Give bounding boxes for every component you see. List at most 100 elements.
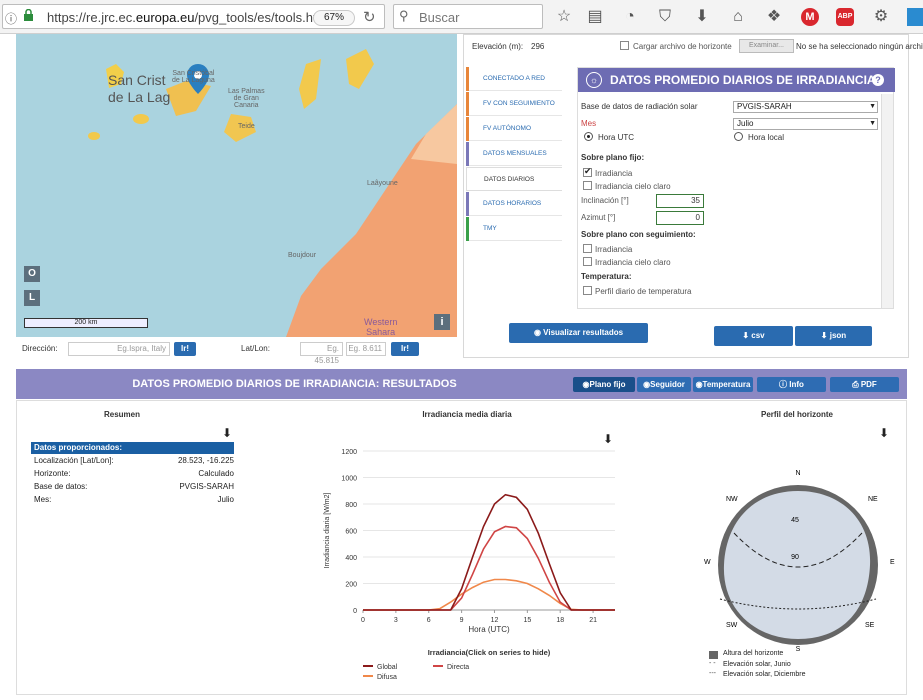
irradiance-chart[interactable]: 0 200 400 600 800 1000 1200 0 3 6 9 12 15 18 21 Hora (U… [317,441,637,691]
irradiance-checkbox[interactable]: ✔ [583,166,592,177]
form-scrollbar[interactable] [881,94,893,308]
tracker-button[interactable]: ◉Seguidor [637,377,691,392]
series-line-difusa[interactable] [363,578,615,611]
download-icon[interactable]: ⬇ [692,7,712,27]
info-icon[interactable]: ⓘ [5,10,17,27]
tracking-heading: Sobre plano con seguimiento: [581,230,696,239]
url-text[interactable]: https://re.jrc.ec.europa.eu/pvg_tools/es… [47,10,317,25]
local-label: Hora local [748,133,785,142]
lock-icon[interactable] [23,8,34,22]
legend-item-global[interactable]: Global [377,664,398,671]
go-button[interactable]: Ir! [391,342,419,356]
direccion-input[interactable]: Eg.Ispra, Italy [68,342,170,356]
horizon-checkbox[interactable] [620,41,629,50]
temperature-button[interactable]: ◉Temperatura [693,377,753,392]
tab-datos-mensuales[interactable]: Datos mensuales [466,142,562,166]
dir-w: W [704,559,711,566]
map-scale: 200 km [24,318,148,328]
lat-input[interactable]: Eg. 45.815 [300,342,343,365]
inclination-input[interactable]: 35 [656,194,704,208]
clear-sky-checkbox[interactable] [583,181,592,190]
direccion-label: Dirección: [22,344,58,353]
tab-datos-horarios[interactable]: Datos horarios [466,192,562,216]
pocket-icon[interactable]: ⛉ [655,7,675,27]
no-file-label: No se ha seleccionado ningún archivo [796,42,923,51]
series-line-global[interactable] [363,493,615,611]
settings-icon[interactable]: ⚙ [871,7,891,27]
tab-fv-autonomo[interactable]: FV autónomo [466,117,562,141]
lon-input[interactable]: Eg. 8.611 [346,342,386,356]
tracking-irradiance-checkbox[interactable] [583,244,592,253]
latlon-label: Lat/Lon: [241,344,270,353]
mes-select[interactable]: Julio ▼ [733,118,878,130]
x-tick-label: 12 [491,617,499,624]
local-radio[interactable] [734,132,743,141]
tracking-clear-sky-label: Irradiancia cielo claro [595,258,671,267]
tools-panel: Elevación (m): 296 Cargar archivo de hor… [463,34,923,358]
info-icon: ⓘ [779,380,790,389]
tab-datos-diarios[interactable]: Datos diarios [466,167,562,191]
download-icon[interactable]: ⬇ [222,426,232,440]
tool-tabs: Conectado a red FV con seguimiento FV au… [464,67,564,247]
fixed-plane-button[interactable]: ◉Plano fijo [573,377,635,392]
form-title: ☼ DATOS PROMEDIO DIARIOS DE IRRADIANCIA … [578,68,895,92]
results-area: Resumen ⬇ Datos proporcionados: Localiza… [16,400,907,695]
horizon-chart: N NE E SE S SW W NW 45 90 [704,470,895,653]
legend-item-difusa[interactable]: Difusa [377,674,397,681]
home-icon[interactable]: ⌂ [728,7,748,27]
history-icon[interactable]: ◔ [620,7,640,27]
map-control-l[interactable]: L [24,290,40,306]
y-tick-label: 1000 [341,476,357,483]
url-bar[interactable]: ⓘ https://re.jrc.ec.europa.eu/pvg_tools/… [2,4,385,29]
dir-s: S [796,646,801,653]
star-icon[interactable]: ☆ [554,7,574,27]
extension-icon[interactable]: ❖ [764,7,784,27]
pdf-button[interactable]: ⎙ PDF [830,377,899,392]
help-icon[interactable]: ? [872,74,884,86]
search-bar[interactable]: ⚲ Buscar [393,4,543,29]
address-search-row: Dirección: Eg.Ispra, Italy Ir! Lat/Lon: … [16,339,457,365]
y-tick-label: 1200 [341,449,357,456]
legend-item-directa[interactable]: Directa [447,664,469,671]
browse-button[interactable]: Examinar... [739,39,794,53]
zoom-indicator[interactable]: 67% [313,10,355,26]
map-info-button[interactable]: i [434,314,450,330]
x-tick-label: 15 [523,617,531,624]
dir-e: E [890,559,895,566]
dir-sw: SW [726,622,738,629]
map[interactable]: San Crist de La Lag San Cristóbal de La La… [16,34,457,337]
csv-button[interactable]: ⬇ csv [714,326,793,346]
series-line-directa[interactable] [363,525,615,611]
db-select[interactable]: PVGIS-SARAH ▼ [733,101,878,113]
legend-dot: --- [709,670,716,677]
search-placeholder: Buscar [419,10,460,25]
horizon-label: Cargar archivo de horizonte [633,42,732,51]
go-button[interactable]: Ir! [174,342,196,356]
tab-fv-seguimiento[interactable]: FV con seguimiento [466,92,562,116]
adblock-icon[interactable]: ABP [836,8,854,26]
tab-conectado-red[interactable]: Conectado a red [466,67,562,91]
extension-icon[interactable] [907,8,923,26]
download-icon[interactable]: ⬇ [879,426,889,440]
y-tick-label: 400 [345,555,357,562]
tab-tmy[interactable]: TMY [466,217,562,241]
x-tick-label: 18 [556,617,564,624]
visualize-button[interactable]: ◉ Visualizar resultados [509,323,648,343]
json-button[interactable]: ⬇ json [795,326,872,346]
utc-label: Hora UTC [598,133,635,142]
y-tick-label: 200 [345,582,357,589]
tracking-clear-sky-checkbox[interactable] [583,257,592,266]
reload-icon[interactable]: ↻ [363,8,376,26]
legend-title: Irradiancia(Click on series to hide) [428,648,551,657]
temperature-checkbox[interactable] [583,286,592,295]
info-button[interactable]: ⓘ Info [757,377,826,392]
dir-nw: NW [726,496,738,503]
horizon-title: Perfil del horizonte [760,410,833,419]
map-control-o[interactable]: O [24,266,40,282]
reader-icon[interactable]: ▤ [585,7,605,27]
azimuth-input[interactable]: 0 [656,211,704,225]
tracking-irradiance-label: Irradiancia [595,245,633,254]
utc-radio[interactable] [584,132,593,141]
temperature-heading: Temperatura: [581,272,632,281]
mega-icon[interactable]: M [801,8,819,26]
